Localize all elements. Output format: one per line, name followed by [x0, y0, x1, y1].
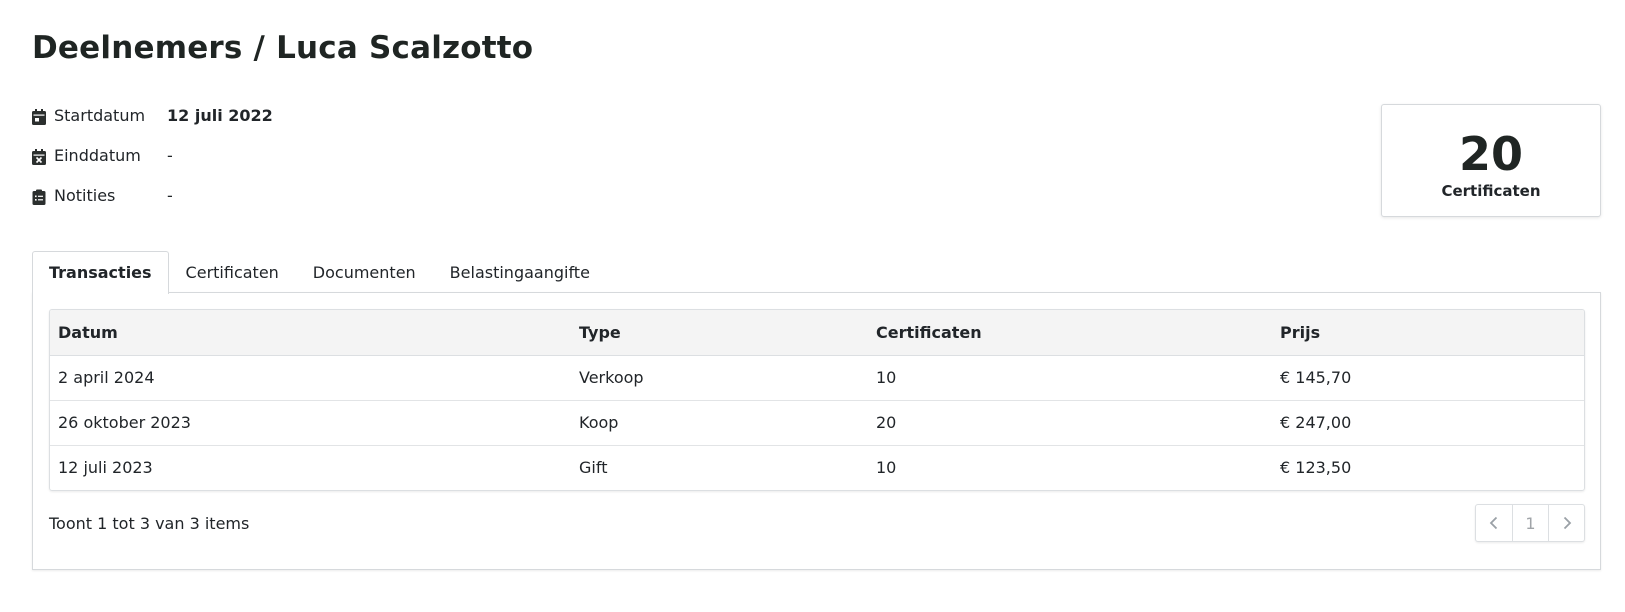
- transactions-panel: Datum Type Certificaten Prijs 2 april 20…: [32, 292, 1601, 570]
- cell-datum: 2 april 2024: [50, 355, 571, 401]
- start-date-row: Startdatum 12 juli 2022: [32, 105, 273, 145]
- page-title: Deelnemers / Luca Scalzotto: [32, 30, 534, 66]
- clipboard-icon: [32, 189, 46, 205]
- cell-prijs: € 145,70: [1272, 355, 1584, 401]
- cell-prijs: € 247,00: [1272, 400, 1584, 446]
- column-header-prijs[interactable]: Prijs: [1272, 310, 1584, 356]
- table-header-row: Datum Type Certificaten Prijs: [50, 310, 1584, 356]
- table-row[interactable]: 2 april 2024 Verkoop 10 € 145,70: [50, 355, 1584, 401]
- table-row[interactable]: 12 juli 2023 Gift 10 € 123,50: [50, 445, 1584, 490]
- participant-details: Startdatum 12 juli 2022 Einddatum - Noti…: [32, 105, 273, 225]
- cell-datum: 26 oktober 2023: [50, 400, 571, 446]
- page-number-button[interactable]: 1: [1512, 505, 1548, 541]
- cell-type: Gift: [579, 458, 608, 478]
- pagination: 1: [1475, 504, 1585, 542]
- cell-certificaten: 10: [868, 355, 1272, 401]
- notes-value: -: [167, 186, 173, 205]
- tab-certificaten[interactable]: Certificaten: [169, 251, 296, 293]
- tab-bar: Transacties Certificaten Documenten Bela…: [32, 251, 607, 294]
- end-date-value: -: [167, 146, 173, 165]
- transactions-table: Datum Type Certificaten Prijs 2 april 20…: [49, 309, 1585, 491]
- start-date-label: Startdatum: [54, 106, 146, 125]
- certificates-count-value: 20: [1458, 127, 1523, 181]
- end-date-label: Einddatum: [54, 146, 141, 165]
- end-date-row: Einddatum -: [32, 145, 273, 185]
- table-row[interactable]: 26 oktober 2023 Koop 20 € 247,00: [50, 400, 1584, 446]
- start-date-value: 12 juli 2022: [167, 106, 273, 125]
- tab-belastingaangifte[interactable]: Belastingaangifte: [433, 251, 607, 293]
- cell-type: Koop: [571, 400, 868, 446]
- tab-documenten[interactable]: Documenten: [296, 251, 433, 293]
- items-summary: Toont 1 tot 3 van 3 items: [49, 514, 250, 533]
- chevron-right-icon: [1563, 516, 1571, 530]
- cell-prijs: € 123,50: [1280, 458, 1352, 478]
- certificates-count-card: 20 Certificaten: [1381, 104, 1601, 217]
- column-header-datum[interactable]: Datum: [50, 310, 571, 356]
- certificates-count-label: Certificaten: [1441, 182, 1541, 200]
- cell-datum: 12 juli 2023: [58, 458, 153, 478]
- notes-row: Notities -: [32, 185, 273, 225]
- notes-label: Notities: [54, 186, 116, 205]
- column-header-type[interactable]: Type: [571, 310, 868, 356]
- previous-page-button[interactable]: [1476, 505, 1512, 541]
- calendar-x-icon: [32, 149, 46, 165]
- column-header-certificaten[interactable]: Certificaten: [868, 310, 1272, 356]
- cell-certificaten: 10: [876, 458, 897, 478]
- next-page-button[interactable]: [1548, 505, 1584, 541]
- calendar-icon: [32, 109, 46, 125]
- chevron-left-icon: [1489, 516, 1498, 530]
- cell-certificaten: 20: [868, 400, 1272, 446]
- tab-transacties[interactable]: Transacties: [32, 251, 169, 294]
- cell-type: Verkoop: [571, 355, 868, 401]
